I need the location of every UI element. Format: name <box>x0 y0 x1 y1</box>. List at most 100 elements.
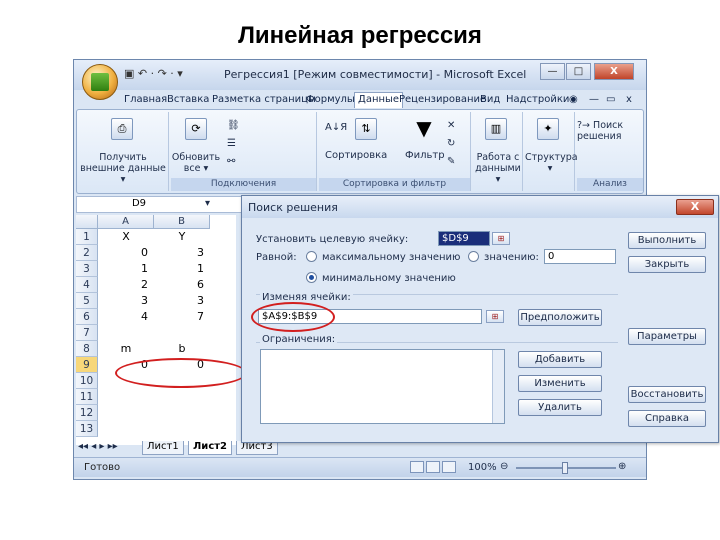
row-header[interactable]: 12 <box>76 405 98 421</box>
cell-a[interactable] <box>98 405 154 421</box>
value-input[interactable]: 0 <box>544 249 616 264</box>
sort-az-icon[interactable]: А↓Я <box>325 122 347 133</box>
reapply-icon[interactable]: ↻ <box>447 138 455 149</box>
row-header[interactable]: 11 <box>76 389 98 405</box>
restore-button[interactable]: □ <box>566 63 591 80</box>
tab-insert[interactable]: Вставка <box>167 94 209 105</box>
tab-view[interactable]: Вид <box>480 94 500 105</box>
cell-a[interactable]: 0 <box>98 245 154 261</box>
constraints-scrollbar[interactable] <box>492 350 504 423</box>
column-header-a[interactable]: A <box>98 215 154 229</box>
filter-button[interactable]: Фильтр <box>405 150 445 161</box>
cell-a[interactable]: m <box>98 341 154 357</box>
minimize-button[interactable]: — <box>540 63 565 80</box>
close-button[interactable]: X <box>594 63 634 80</box>
cell-a[interactable]: 3 <box>98 293 154 309</box>
cell-b[interactable]: b <box>154 341 210 357</box>
tab-formulas[interactable]: Формулы <box>306 94 355 105</box>
edit-links-icon[interactable]: ⚯ <box>227 156 235 167</box>
ribbon-minimize-button[interactable]: — <box>589 94 599 105</box>
zoom-slider-thumb[interactable] <box>562 462 568 474</box>
reset-all-button[interactable]: Восстановить <box>628 386 706 403</box>
help-icon[interactable]: ◉ <box>569 94 578 105</box>
clear-filter-icon[interactable]: ✕ <box>447 120 455 131</box>
dialog-close-button[interactable]: X <box>676 199 714 215</box>
solver-button[interactable]: ?→ Поиск решения <box>577 120 643 142</box>
cell-b[interactable]: 6 <box>154 277 210 293</box>
office-button[interactable] <box>82 64 118 100</box>
ribbon-restore-button[interactable]: ▭ <box>606 94 615 105</box>
target-cell-input[interactable]: $D$9 <box>438 231 490 246</box>
cell-b[interactable]: Y <box>154 229 210 245</box>
help-button[interactable]: Справка <box>628 410 706 427</box>
options-button[interactable]: Параметры <box>628 328 706 345</box>
tab-review[interactable]: Рецензирование <box>399 94 486 105</box>
connections-icon[interactable]: ⛓ <box>227 120 240 131</box>
row-header[interactable]: 4 <box>76 277 98 293</box>
row-header[interactable]: 6 <box>76 309 98 325</box>
row-header[interactable]: 8 <box>76 341 98 357</box>
row-header[interactable]: 5 <box>76 293 98 309</box>
close-dialog-button[interactable]: Закрыть <box>628 256 706 273</box>
row-header[interactable]: 9 <box>76 357 98 373</box>
outline-button[interactable]: Структура ▾ <box>525 152 578 174</box>
zoom-out-icon[interactable]: ⊖ <box>500 461 508 472</box>
name-box[interactable]: D9 <box>79 198 199 212</box>
add-button[interactable]: Добавить <box>518 351 602 368</box>
refresh-all-button[interactable]: Обновить все ▾ <box>171 152 221 174</box>
min-radio[interactable] <box>306 272 317 283</box>
row-header[interactable]: 2 <box>76 245 98 261</box>
name-box-dropdown-icon[interactable]: ▾ <box>205 198 210 209</box>
constraints-list[interactable] <box>260 349 505 424</box>
guess-button[interactable]: Предположить <box>518 309 602 326</box>
properties-icon[interactable]: ☰ <box>227 138 236 149</box>
cell-b[interactable] <box>154 325 210 341</box>
solve-button[interactable]: Выполнить <box>628 232 706 249</box>
data-tools-button[interactable]: Работа с данными ▾ <box>473 152 523 185</box>
cell-a[interactable] <box>98 325 154 341</box>
target-ref-icon[interactable]: ⊞ <box>492 232 510 245</box>
sheet-nav-arrows-icon[interactable]: ◂◂ ◂ ▸ ▸▸ <box>78 441 118 452</box>
cell-a[interactable]: 4 <box>98 309 154 325</box>
cell-b[interactable]: 3 <box>154 293 210 309</box>
cell-b[interactable]: 1 <box>154 261 210 277</box>
zoom-level[interactable]: 100% <box>468 462 497 473</box>
cell-a[interactable]: 1 <box>98 261 154 277</box>
page-layout-view-icon[interactable] <box>426 461 440 473</box>
get-external-data-button[interactable]: Получить внешние данные ▾ <box>79 152 167 185</box>
sheet-tab-1[interactable]: Лист1 <box>142 441 184 455</box>
sheet-tab-3[interactable]: Лист3 <box>236 441 278 455</box>
sort-button[interactable]: Сортировка <box>325 150 387 161</box>
row-header[interactable]: 13 <box>76 421 98 437</box>
tab-data[interactable]: Данные <box>354 92 404 108</box>
zoom-in-icon[interactable]: ⊕ <box>618 461 626 472</box>
cell-b[interactable] <box>154 389 210 405</box>
quick-access-toolbar[interactable]: ▣ ↶ · ↷ · ▾ <box>124 67 183 80</box>
cell-a[interactable] <box>98 389 154 405</box>
cell-a[interactable]: X <box>98 229 154 245</box>
cell-a[interactable]: 2 <box>98 277 154 293</box>
value-radio[interactable] <box>468 251 479 262</box>
change-button[interactable]: Изменить <box>518 375 602 392</box>
cell-b[interactable] <box>154 421 210 437</box>
column-header-b[interactable]: B <box>154 215 210 229</box>
cell-b[interactable]: 7 <box>154 309 210 325</box>
row-header[interactable]: 10 <box>76 373 98 389</box>
max-radio[interactable] <box>306 251 317 262</box>
row-header[interactable]: 7 <box>76 325 98 341</box>
cell-a[interactable] <box>98 421 154 437</box>
ribbon-close-button[interactable]: x <box>626 94 632 105</box>
delete-button[interactable]: Удалить <box>518 399 602 416</box>
changing-ref-icon[interactable]: ⊞ <box>486 310 504 323</box>
tab-page-layout[interactable]: Разметка страницы <box>212 94 316 105</box>
sheet-tab-2[interactable]: Лист2 <box>188 441 232 455</box>
cell-b[interactable] <box>154 405 210 421</box>
select-all-corner[interactable] <box>76 215 98 229</box>
advanced-filter-icon[interactable]: ✎ <box>447 156 455 167</box>
tab-home[interactable]: Главная <box>124 94 167 105</box>
page-break-view-icon[interactable] <box>442 461 456 473</box>
row-header[interactable]: 3 <box>76 261 98 277</box>
tab-addins[interactable]: Надстройки <box>506 94 569 105</box>
normal-view-icon[interactable] <box>410 461 424 473</box>
cell-b[interactable]: 3 <box>154 245 210 261</box>
